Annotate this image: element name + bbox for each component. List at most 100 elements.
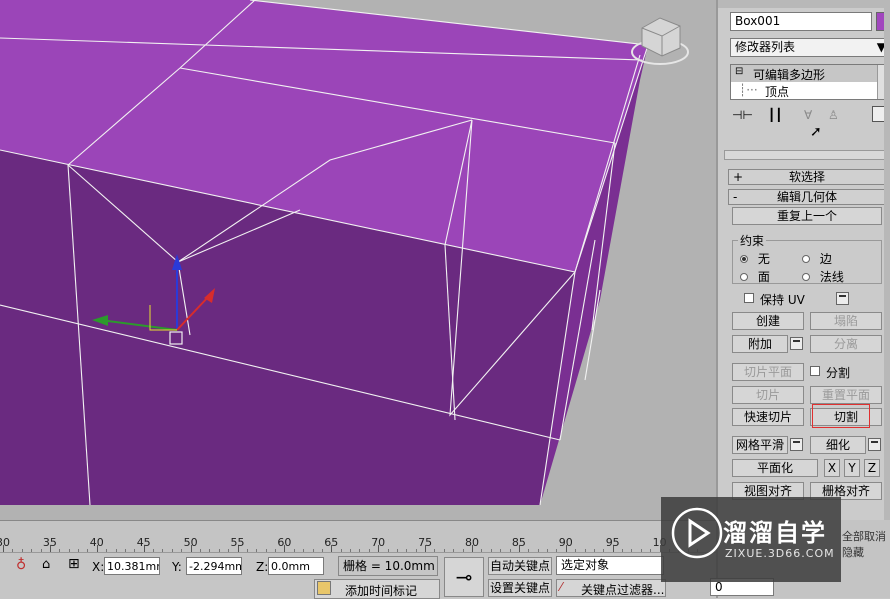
key-filters-button[interactable]: ⁄ 关键点过滤器... [556, 579, 666, 597]
stack-toolbar: ⊣⊢ ┃┃ ∀ ♙ [732, 106, 888, 126]
preserve-uv-checkbox[interactable] [744, 293, 754, 303]
modifier-list-dropdown[interactable]: 修改器列表 ▼ [730, 38, 890, 57]
constraint-face-label: 面 [757, 270, 770, 284]
object-name-field[interactable]: Box001 [730, 12, 872, 31]
split-checkbox[interactable] [810, 366, 820, 376]
y-coordinate-label: Y: [172, 560, 182, 574]
remove-modifier-icon[interactable]: ♙ [828, 108, 839, 122]
meshsmooth-settings-icon[interactable] [790, 438, 803, 451]
meshsmooth-button[interactable]: 网格平滑 [732, 436, 788, 454]
timeline-tick-label: 70 [371, 536, 386, 549]
show-end-result-icon[interactable]: ┃┃ [768, 108, 782, 122]
watermark-title: 溜溜自学 [723, 519, 827, 547]
add-time-tag-area[interactable]: 添加时间标记 [314, 579, 440, 599]
preserve-uv-label: 保持 UV [760, 293, 805, 307]
quick-slice-button[interactable]: 快速切片 [732, 408, 804, 426]
y-coordinate-field[interactable]: -2.294mm [186, 557, 242, 575]
constraint-normal-radio[interactable]: 法线 [802, 268, 844, 285]
tessellate-settings-icon[interactable] [868, 438, 881, 451]
x-coordinate-label: X: [92, 560, 105, 574]
radio-off-icon [802, 255, 810, 263]
stack-subobject-label: 顶点 [765, 85, 790, 99]
radio-off-icon [802, 273, 810, 281]
modifier-list-label: 修改器列表 [735, 40, 796, 54]
radio-on-icon [740, 255, 748, 263]
stack-item-editable-poly[interactable]: ⊟ 可编辑多边形 [731, 65, 879, 82]
detach-button[interactable]: 分离 [810, 335, 882, 353]
constraint-none-label: 无 [757, 252, 770, 266]
key-filters-label: 关键点过滤器... [581, 583, 665, 597]
perspective-viewport[interactable] [0, 0, 716, 520]
edit-geometry-label: 编辑几何体 [776, 190, 837, 204]
edit-geometry-rollout[interactable]: - 编辑几何体 [728, 189, 886, 205]
box-mesh[interactable] [0, 0, 716, 520]
tessellate-button[interactable]: 细化 [810, 436, 866, 454]
planarize-button[interactable]: 平面化 [732, 459, 818, 477]
z-coordinate-label: Z: [256, 560, 269, 574]
constraint-edge-label: 边 [819, 252, 832, 266]
timeline-tick-label: 30 [0, 536, 10, 549]
timeline-tick-label: 40 [89, 536, 104, 549]
z-coordinate-field[interactable]: 0.0mm [268, 557, 324, 575]
reset-plane-button[interactable]: 重置平面 [810, 386, 882, 404]
soft-selection-rollout[interactable]: + 软选择 [728, 169, 886, 185]
timeline-tick-label: 90 [558, 536, 573, 549]
timeline-tick-label: 95 [605, 536, 620, 549]
watermark-url: ZIXUE.3D66.COM [725, 547, 835, 560]
constraint-edge-radio[interactable]: 边 [802, 250, 832, 267]
timeline-tick-label: 55 [230, 536, 245, 549]
planarize-x-button[interactable]: X [824, 459, 840, 477]
make-unique-icon[interactable]: ∀ [804, 108, 812, 122]
status-bar: ♁ ⌂ ⊞ X: 10.381mm Y: -2.294mm Z: 0.0mm 栅… [0, 552, 716, 599]
timeline-tick-label: 35 [42, 536, 57, 549]
x-coordinate-field[interactable]: 10.381mm [104, 557, 160, 575]
absolute-mode-icon[interactable]: ⊞ [68, 556, 80, 572]
modifier-stack[interactable]: ⊟ 可编辑多边形 ┊··· 顶点 [730, 64, 890, 100]
panel-tabs[interactable] [718, 0, 890, 8]
padlock-icon[interactable]: ⌂ [42, 557, 50, 572]
auto-key-button[interactable]: 自动关键点 [488, 557, 552, 575]
cut-highlight-box [812, 404, 870, 428]
tree-line-icon: ┊··· [739, 83, 758, 97]
curve-icon: ⁄ [560, 580, 563, 594]
split-label: 分割 [826, 366, 851, 380]
attach-list-icon[interactable] [790, 337, 803, 350]
stack-modifier-label: 可编辑多边形 [753, 68, 826, 82]
create-button[interactable]: 创建 [732, 312, 804, 330]
constraint-face-radio[interactable]: 面 [740, 268, 770, 285]
selection-filter-dropdown[interactable]: 选定对象 [556, 556, 664, 575]
constraint-none-radio[interactable]: 无 [740, 250, 770, 267]
timeline-tick-label: 85 [511, 536, 526, 549]
mouse-cursor-icon: ➚ [810, 124, 822, 140]
repeat-last-button[interactable]: 重复上一个 [732, 207, 882, 225]
stack-item-vertex[interactable]: ┊··· 顶点 [731, 82, 879, 99]
collapse-button[interactable]: 塌陷 [810, 312, 882, 330]
planarize-z-button[interactable]: Z [864, 459, 880, 477]
collapse-icon: - [733, 190, 738, 204]
selection-filter-label: 选定对象 [561, 558, 610, 572]
command-panel: Box001 修改器列表 ▼ ⊟ 可编辑多边形 ┊··· 顶点 ⊣⊢ ┃┃ ∀ … [716, 0, 890, 520]
timeline-tick-label: 45 [136, 536, 151, 549]
watermark-logo: 溜溜自学 ZIXUE.3D66.COM [661, 497, 841, 582]
slice-plane-button[interactable]: 切片平面 [732, 363, 804, 381]
collapse-icon[interactable]: ⊟ [735, 66, 743, 77]
panel-scrollbar[interactable] [884, 0, 890, 520]
time-tag-icon [317, 581, 331, 595]
selection-rollout-bar[interactable] [724, 150, 888, 160]
radio-off-icon [740, 273, 748, 281]
slice-button[interactable]: 切片 [732, 386, 804, 404]
attach-button[interactable]: 附加 [732, 335, 788, 353]
preserve-uv-settings-icon[interactable] [836, 292, 849, 305]
key-icon[interactable]: ⊸ [444, 557, 484, 597]
constraints-title: 约束 [738, 232, 767, 249]
add-time-tag-label: 添加时间标记 [345, 584, 418, 598]
time-slider-track[interactable]: 303540455055606570758085909510 [0, 520, 716, 553]
timeline-tick-label: 50 [183, 536, 198, 549]
timeline-tick-label: 60 [277, 536, 292, 549]
lock-selection-icon[interactable]: ♁ [16, 557, 26, 573]
planarize-y-button[interactable]: Y [844, 459, 860, 477]
play-logo-icon [671, 507, 723, 559]
expand-icon: + [733, 170, 744, 184]
pin-stack-icon[interactable]: ⊣⊢ [732, 108, 753, 122]
set-key-button[interactable]: 设置关键点 [488, 579, 552, 597]
